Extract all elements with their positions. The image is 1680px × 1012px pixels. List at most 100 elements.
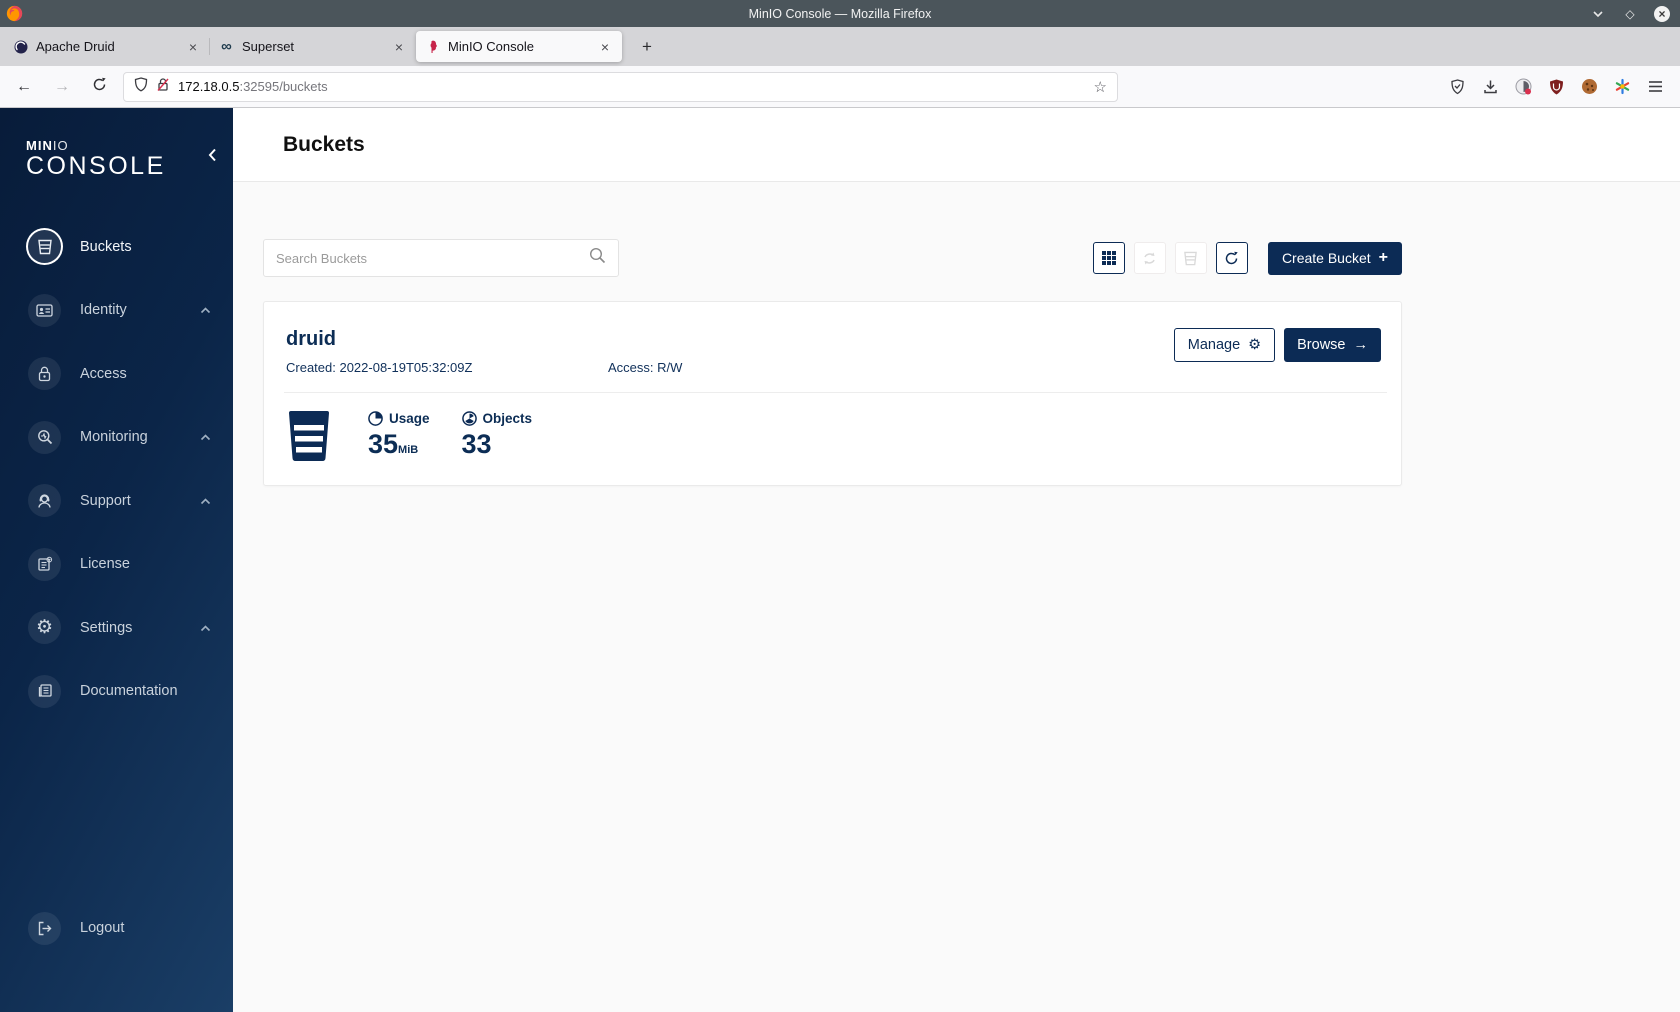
sidebar-item-documentation[interactable]: Documentation (0, 660, 233, 724)
theme-asterisk-icon[interactable] (1613, 78, 1631, 96)
sidebar-collapse-button[interactable] (208, 148, 217, 167)
tab-close-icon[interactable]: × (391, 39, 407, 55)
sidebar-item-label: Identity (80, 302, 127, 319)
search-input[interactable] (276, 250, 589, 266)
reload-button[interactable] (92, 77, 107, 97)
sidebar-item-settings[interactable]: ⚙ Settings (0, 596, 233, 660)
page-title: Buckets (283, 132, 365, 156)
tracking-protection-shield-icon[interactable] (134, 76, 148, 97)
lock-icon (28, 357, 61, 391)
sidebar-item-label: Settings (80, 619, 133, 636)
sidebar-menu: Buckets Identity Access Monitoring Suppo… (0, 215, 233, 723)
tab-close-icon[interactable]: × (597, 39, 613, 55)
usage-value: 35 (368, 429, 399, 459)
page-header: Buckets (233, 108, 1680, 182)
sidebar-item-label: Buckets (80, 238, 132, 255)
manage-button[interactable]: Manage ⚙ (1173, 328, 1276, 362)
window-minimize-button[interactable] (1590, 6, 1606, 22)
usage-pie-icon (368, 411, 383, 426)
insecure-lock-icon[interactable] (156, 77, 170, 97)
browser-tabbar: Apache Druid × ∞ Superset × MinIO Consol… (0, 27, 1680, 66)
window-close-button[interactable]: × (1654, 5, 1670, 22)
objects-disc-icon (461, 411, 477, 426)
main-panel: Buckets Search Buckets Create Bucket + d… (233, 108, 1680, 1012)
extension-icon[interactable] (1514, 78, 1532, 96)
sidebar-item-label: Access (80, 365, 127, 382)
usage-label: Usage (389, 411, 430, 426)
chevron-up-icon[interactable] (200, 492, 211, 510)
replication-button (1133, 242, 1166, 274)
chevron-up-icon[interactable] (200, 619, 211, 637)
grid-view-button[interactable] (1092, 242, 1125, 274)
sidebar-item-label: Logout (80, 920, 125, 937)
gear-icon: ⚙ (28, 611, 61, 645)
objects-metric: Objects 33 (462, 411, 533, 458)
bucket-large-icon (289, 411, 329, 461)
tab-minio-console[interactable]: MinIO Console × (416, 31, 622, 62)
sidebar-item-access[interactable]: Access (0, 342, 233, 406)
browser-navbar: ← → 172.18.0.5:32595/buckets ☆ (0, 66, 1680, 108)
browse-button[interactable]: Browse → (1284, 328, 1381, 362)
superset-favicon-icon: ∞ (221, 38, 232, 55)
window-maximize-button[interactable]: ◇ (1622, 6, 1638, 22)
search-icon (589, 247, 606, 269)
chevron-up-icon[interactable] (200, 301, 211, 319)
usage-unit: MiB (398, 444, 419, 456)
sidebar-item-buckets[interactable]: Buckets (0, 215, 233, 279)
tab-label: Apache Druid (36, 39, 115, 54)
card-divider (284, 392, 1387, 393)
sidebar-item-label: License (80, 556, 130, 573)
refresh-button[interactable] (1215, 242, 1248, 274)
druid-favicon-icon (13, 39, 28, 54)
tab-close-icon[interactable]: × (185, 39, 201, 55)
bucket-created: Created: 2022-08-19T05:32:09Z (286, 360, 473, 375)
logo-console: CONSOLE (26, 152, 166, 180)
chevron-left-icon (208, 148, 216, 162)
chevron-down-icon (1593, 10, 1603, 17)
license-document-icon (28, 547, 61, 581)
sync-arrows-icon (1144, 252, 1156, 264)
refresh-icon (1226, 251, 1239, 264)
bookmark-star-icon[interactable]: ☆ (1094, 78, 1107, 96)
usage-metric: Usage 35MiB (368, 411, 430, 458)
minio-console-logo: MINIO CONSOLE (0, 108, 233, 181)
bucket-card[interactable]: druid Created: 2022-08-19T05:32:09Z Acce… (263, 301, 1402, 486)
pocket-shield-icon[interactable] (1448, 78, 1466, 96)
ublock-origin-icon[interactable] (1547, 78, 1565, 96)
url-bar[interactable]: 172.18.0.5:32595/buckets ☆ (123, 71, 1118, 102)
logo-min: MIN (26, 138, 53, 153)
minio-favicon-icon (425, 39, 440, 54)
gear-icon: ⚙ (1248, 337, 1262, 353)
url-text: 172.18.0.5:32595/buckets (178, 79, 328, 94)
sidebar-item-monitoring[interactable]: Monitoring (0, 406, 233, 470)
sidebar: MINIO CONSOLE Buckets Identity Access Mo… (0, 108, 233, 1012)
hamburger-menu-icon[interactable] (1646, 78, 1664, 96)
logo-io: IO (52, 138, 69, 153)
sidebar-item-label: Documentation (80, 683, 178, 700)
bucket-access: Access: R/W (608, 360, 683, 375)
new-tab-button[interactable]: + (634, 34, 660, 60)
sidebar-item-identity[interactable]: Identity (0, 279, 233, 343)
create-bucket-button[interactable]: Create Bucket + (1267, 241, 1402, 275)
grid-view-icon (1101, 251, 1116, 265)
cookie-extension-icon[interactable] (1580, 78, 1598, 96)
delete-bucket-button (1174, 242, 1207, 274)
tab-apache-druid[interactable]: Apache Druid × (4, 31, 210, 62)
window-title: MinIO Console — Mozilla Firefox (748, 6, 932, 21)
documentation-book-icon (28, 674, 61, 708)
bucket-small-icon (1184, 251, 1198, 265)
search-box[interactable] (263, 239, 619, 277)
sidebar-item-license[interactable]: License (0, 533, 233, 597)
back-button[interactable]: ← (16, 78, 32, 96)
downloads-icon[interactable] (1481, 78, 1499, 96)
tab-label: MinIO Console (448, 39, 534, 54)
buckets-toolbar: Create Bucket + (263, 239, 1402, 277)
sidebar-item-support[interactable]: Support (0, 469, 233, 533)
tab-superset[interactable]: ∞ Superset × (209, 31, 416, 62)
arrow-right-icon: → (1353, 337, 1369, 353)
sidebar-item-logout[interactable]: Logout (0, 897, 233, 961)
plus-icon: + (1378, 249, 1388, 266)
objects-value: 33 (461, 429, 492, 459)
objects-label: Objects (482, 411, 533, 426)
chevron-up-icon[interactable] (200, 428, 211, 446)
